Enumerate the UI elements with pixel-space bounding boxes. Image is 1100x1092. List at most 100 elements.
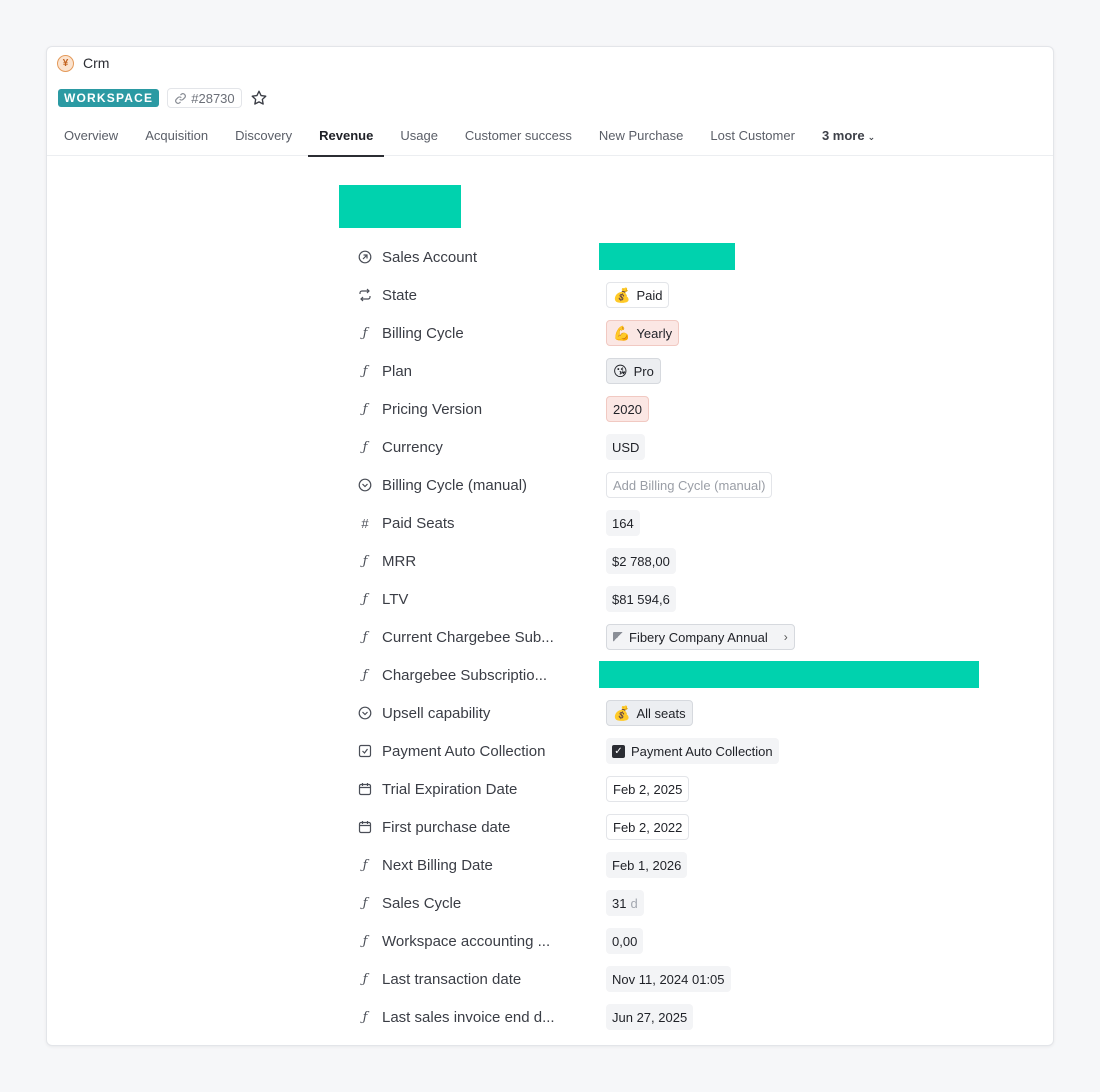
entity-card: ¥ Crm WORKSPACE #28730 Overview Acquisit…: [46, 46, 1054, 1046]
field-pricing-version: ƒ Pricing Version 2020: [339, 390, 999, 428]
field-label: Sales Account: [382, 248, 478, 266]
tab-discovery[interactable]: Discovery: [224, 116, 303, 156]
field-label: Last sales invoice end d...: [382, 1008, 555, 1026]
redacted-value[interactable]: [599, 243, 735, 270]
workspace-accounting-value[interactable]: 0,00: [606, 928, 644, 954]
value-text: 31: [612, 895, 627, 911]
formula-icon: ƒ: [362, 857, 368, 873]
field-label: MRR: [382, 552, 417, 570]
tab-overview[interactable]: Overview: [53, 116, 129, 156]
entity-id: #28730: [191, 90, 235, 106]
checked-checkbox-icon: ✓: [612, 744, 625, 758]
plan-value[interactable]: 😘 Pro: [606, 358, 661, 384]
chargebee-icon: [613, 632, 623, 642]
field-label: Trial Expiration Date: [382, 780, 518, 798]
field-label: First purchase date: [382, 818, 511, 836]
field-trial-expiration-date: Trial Expiration Date Feb 2, 2025: [339, 770, 999, 808]
field-label: LTV: [382, 590, 409, 608]
upsell-capability-value[interactable]: 💰 All seats: [606, 700, 693, 726]
money-bag-icon: 💰: [613, 287, 631, 303]
field-first-purchase-date: First purchase date Feb 2, 2022: [339, 808, 999, 846]
tab-usage[interactable]: Usage: [389, 116, 449, 156]
formula-icon: ƒ: [362, 553, 368, 569]
chevron-down-circle-icon: [355, 703, 375, 723]
field-label: Next Billing Date: [382, 856, 493, 874]
ltv-value[interactable]: $81 594,6: [606, 586, 676, 612]
money-bag-icon: 💰: [613, 705, 631, 721]
field-current-chargebee-sub: ƒ Current Chargebee Sub... Fibery Compan…: [339, 618, 999, 656]
field-workspace-accounting: ƒ Workspace accounting ... 0,00: [339, 922, 999, 960]
value-text: Pro: [633, 363, 654, 379]
tab-lost-customer[interactable]: Lost Customer: [699, 116, 806, 156]
formula-icon: ƒ: [362, 363, 368, 379]
next-billing-date-value[interactable]: Feb 1, 2026: [606, 852, 688, 878]
value-text: Paid: [636, 287, 663, 303]
redacted-value[interactable]: [599, 661, 979, 688]
mrr-value[interactable]: $2 788,00: [606, 548, 676, 574]
formula-icon: ƒ: [362, 401, 368, 417]
field-label: Plan: [382, 362, 413, 380]
field-last-sales-invoice-end: ƒ Last sales invoice end d... Jun 27, 20…: [339, 998, 999, 1036]
billing-cycle-manual-input[interactable]: Add Billing Cycle (manual): [606, 472, 773, 498]
field-label: Billing Cycle (manual): [382, 476, 528, 494]
arrow-up-right-circle-icon: [355, 247, 375, 267]
formula-icon: ƒ: [362, 667, 368, 683]
app-name[interactable]: Crm: [83, 55, 109, 71]
field-list: Sales Account State 💰 Paid ƒ Billing Cycl…: [339, 238, 999, 1036]
value-text: All seats: [636, 705, 686, 721]
field-sales-cycle: ƒ Sales Cycle 31 d: [339, 884, 999, 922]
tab-acquisition[interactable]: Acquisition: [134, 116, 219, 156]
field-next-billing-date: ƒ Next Billing Date Feb 1, 2026: [339, 846, 999, 884]
field-label: State: [382, 286, 418, 304]
chevron-down-icon: ⌄: [867, 132, 876, 142]
field-label: Currency: [382, 438, 443, 456]
currency-value[interactable]: USD: [606, 434, 646, 460]
tab-new-purchase[interactable]: New Purchase: [588, 116, 695, 156]
trial-expiration-date-value[interactable]: Feb 2, 2025: [606, 776, 690, 802]
field-label: Last transaction date: [382, 970, 522, 988]
field-label: Sales Cycle: [382, 894, 462, 912]
field-sales-account: Sales Account: [339, 238, 999, 276]
current-chargebee-sub-value[interactable]: Fibery Company Annual ›: [606, 624, 795, 650]
tab-customer-success[interactable]: Customer success: [454, 116, 583, 156]
value-text: Fibery Company Annual: [629, 629, 768, 645]
formula-icon: ƒ: [362, 439, 368, 455]
field-billing-cycle: ƒ Billing Cycle 💪 Yearly: [339, 314, 999, 352]
tab-revenue[interactable]: Revenue: [308, 116, 385, 157]
pricing-version-value[interactable]: 2020: [606, 396, 649, 422]
billing-cycle-value[interactable]: 💪 Yearly: [606, 320, 680, 346]
formula-icon: ƒ: [362, 591, 368, 607]
field-payment-auto-collection: Payment Auto Collection ✓ Payment Auto Co…: [339, 732, 999, 770]
star-icon[interactable]: [250, 89, 268, 107]
field-label: Workspace accounting ...: [382, 932, 551, 950]
payment-auto-collection-toggle[interactable]: ✓ Payment Auto Collection: [606, 738, 779, 764]
link-icon: [175, 92, 187, 104]
field-label: Upsell capability: [382, 704, 491, 722]
last-transaction-date-value[interactable]: Nov 11, 2024 01:05: [606, 966, 731, 992]
type-badge: WORKSPACE: [58, 89, 160, 107]
formula-icon: ƒ: [362, 971, 368, 987]
last-sales-invoice-end-value[interactable]: Jun 27, 2025: [606, 1004, 694, 1030]
field-label: Payment Auto Collection: [382, 742, 546, 760]
state-value[interactable]: 💰 Paid: [606, 282, 670, 308]
first-purchase-date-value[interactable]: Feb 2, 2022: [606, 814, 690, 840]
repeat-icon: [355, 285, 375, 305]
field-label: Billing Cycle: [382, 324, 464, 342]
title-bar: ¥ Crm: [57, 52, 109, 74]
value-text: Payment Auto Collection: [631, 743, 773, 759]
formula-icon: ƒ: [362, 895, 368, 911]
chevron-right-icon: ›: [783, 630, 788, 644]
tab-more[interactable]: 3 more ⌄: [811, 116, 886, 156]
redacted-heading: [339, 185, 461, 228]
entity-meta: WORKSPACE #28730: [58, 87, 268, 109]
sales-cycle-value[interactable]: 31 d: [606, 890, 644, 916]
formula-icon: ƒ: [362, 325, 368, 341]
entity-id-link[interactable]: #28730: [167, 88, 242, 108]
formula-icon: ƒ: [362, 933, 368, 949]
field-chargebee-subscription: ƒ Chargebee Subscriptio...: [339, 656, 999, 694]
calendar-icon: [355, 817, 375, 837]
calendar-icon: [355, 779, 375, 799]
paid-seats-value[interactable]: 164: [606, 510, 640, 536]
field-ltv: ƒ LTV $81 594,6: [339, 580, 999, 618]
unit-text: d: [630, 895, 638, 911]
